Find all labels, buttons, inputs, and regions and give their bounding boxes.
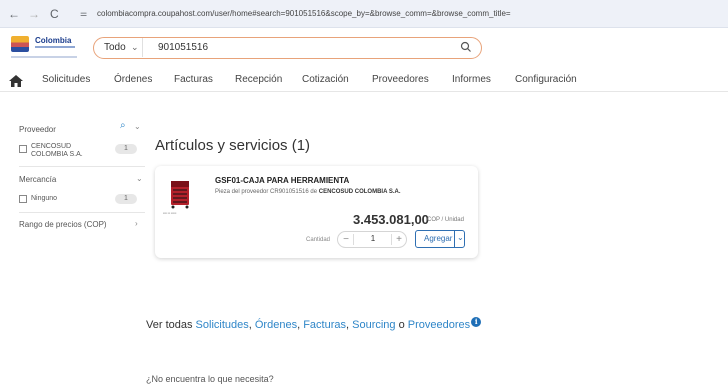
address-bar[interactable]: colombiacompra.coupahost.com/user/home#s… [77, 5, 728, 23]
product-card[interactable]: ▪▪▪▪ ▪▪ ▪▪▪▪▪ GSF01-CAJA PARA HERRAMIENT… [155, 166, 478, 258]
logo-text: Colombia [35, 36, 72, 45]
search-icon[interactable] [459, 40, 473, 54]
add-to-cart-button[interactable]: Agregar ⌄ [415, 230, 465, 248]
url-text: colombiacompra.coupahost.com/user/home#s… [97, 9, 511, 18]
quantity-label: Cantidad [306, 237, 331, 243]
link-proveedores[interactable]: Proveedores [408, 319, 470, 331]
nav-item-configuracion[interactable]: Configuración [515, 74, 577, 85]
filter-search-icon[interactable]: ⌕ [120, 120, 126, 131]
search-bar: Todo ⌄ 901051516 [93, 37, 482, 59]
search-scope-select[interactable]: Todo [104, 42, 126, 53]
forward-arrow-icon[interactable]: → [28, 7, 40, 21]
nav-item-proveedores[interactable]: Proveedores [372, 74, 429, 85]
filter-divider [19, 212, 145, 213]
info-icon[interactable]: i [471, 317, 482, 327]
nav-item-facturas[interactable]: Facturas [174, 74, 213, 85]
add-button-divider [454, 231, 455, 247]
supplier-part-text: Pieza del proveedor CR901051516 de [215, 189, 318, 195]
nav-item-solicitudes[interactable]: Solicitudes [42, 74, 90, 85]
commodity-option-label: Ninguno [31, 195, 58, 202]
supplier-checkbox[interactable] [19, 145, 27, 153]
product-image[interactable] [169, 179, 191, 209]
reload-icon[interactable]: C [50, 7, 59, 21]
results-title: Artículos y servicios (1) [155, 137, 311, 154]
site-info-icon[interactable]: ⚌ [80, 9, 87, 18]
filter-commodity-title[interactable]: Mercancía [19, 175, 56, 184]
browser-toolbar: ← → C colombiacompra.coupahost.com/user/… [0, 0, 728, 28]
quantity-value[interactable]: 1 [364, 234, 382, 243]
stepper-divider [353, 234, 354, 245]
chevron-down-icon[interactable]: ⌄ [131, 42, 139, 53]
commodity-count-badge: 1 [115, 194, 137, 204]
product-image-caption: ▪▪▪▪ ▪▪ ▪▪▪▪▪ [163, 211, 177, 215]
price-unit: COP / Unidad [427, 217, 464, 223]
link-solicitudes[interactable]: Solicitudes [196, 319, 249, 331]
nav-item-cotizacion[interactable]: Cotización [302, 74, 349, 85]
decrement-button[interactable]: − [340, 233, 352, 246]
comma: , [297, 319, 301, 331]
add-button-label: Agregar [424, 234, 453, 243]
logo-subtagline [11, 56, 77, 58]
back-arrow-icon[interactable]: ← [8, 7, 20, 21]
stepper-divider [391, 234, 392, 245]
view-all-prefix: Ver todas [146, 319, 193, 331]
filter-price-title[interactable]: Rango de precios (COP) [19, 220, 107, 229]
search-input[interactable]: 901051516 [158, 42, 208, 53]
chevron-down-icon[interactable]: ⌄ [136, 174, 143, 183]
link-sourcing[interactable]: Sourcing [352, 319, 395, 331]
logo-emblem-icon [11, 36, 29, 52]
filter-divider [19, 166, 145, 167]
chevron-right-icon[interactable]: › [135, 219, 138, 228]
supplier-count-badge: 1 [115, 144, 137, 154]
not-found-text[interactable]: ¿No encuentra lo que necesita? [146, 374, 274, 384]
link-facturas[interactable]: Facturas [303, 319, 346, 331]
comma: , [346, 319, 350, 331]
supplier-name: CENCOSUD COLOMBIA S.A. [318, 189, 401, 195]
increment-button[interactable]: + [393, 233, 405, 246]
nav-item-informes[interactable]: Informes [452, 74, 491, 85]
logo-tagline [35, 46, 75, 48]
main-nav: Solicitudes Órdenes Facturas Recepción C… [0, 70, 728, 92]
view-all-line: Ver todas Solicitudes, Órdenes, Facturas… [146, 317, 482, 331]
chevron-down-icon[interactable]: ⌄ [134, 122, 141, 131]
chevron-down-icon[interactable]: ⌄ [457, 233, 464, 242]
product-name[interactable]: GSF01-CAJA PARA HERRAMIENTA [215, 176, 349, 185]
search-divider [142, 38, 143, 57]
supplier-option-label: CENCOSUD COLOMBIA S.A. [31, 143, 83, 158]
home-icon[interactable] [9, 75, 23, 87]
logo[interactable]: Colombia [11, 34, 77, 63]
nav-item-recepcion[interactable]: Recepción [235, 74, 282, 85]
filter-supplier-title[interactable]: Proveedor [19, 125, 56, 134]
product-price: 3.453.081,00 [353, 212, 429, 227]
quantity-stepper: − 1 + [337, 231, 407, 248]
commodity-checkbox[interactable] [19, 195, 27, 203]
product-supplier: Pieza del proveedor CR901051516 de CENCO… [215, 189, 401, 195]
link-ordenes[interactable]: Órdenes [255, 319, 297, 331]
nav-item-ordenes[interactable]: Órdenes [114, 74, 152, 85]
or-text: o [398, 319, 405, 331]
comma: , [248, 319, 252, 331]
